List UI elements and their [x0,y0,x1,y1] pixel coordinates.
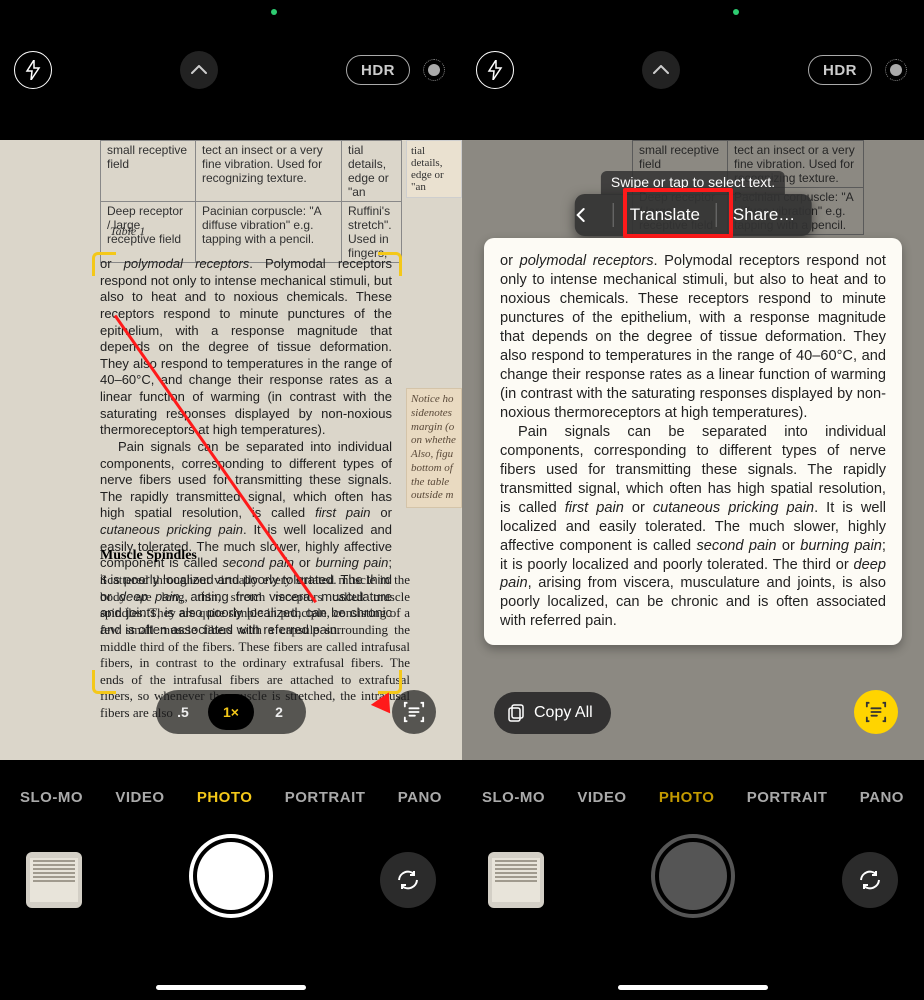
flip-camera-button[interactable] [842,852,898,908]
camera-modes[interactable]: SLO-MO VIDEO PHOTO PORTRAIT PANO [462,780,924,814]
flash-icon [25,60,41,80]
mode-portrait[interactable]: PORTRAIT [747,789,828,806]
copy-all-label: Copy All [534,704,593,722]
flip-camera-icon [857,867,883,893]
scan-corner-tr [378,252,402,276]
page-side-note: Notice ho sidenotes margin (o on whethe … [406,388,462,508]
hdr-button[interactable]: HDR [808,55,872,85]
live-text-button-active[interactable] [854,690,898,734]
chevron-up-icon [191,65,207,75]
camera-topbar: HDR [0,50,462,90]
zoom-1x-selected[interactable]: 1× [208,694,254,730]
mode-video[interactable]: VIDEO [115,789,164,806]
copy-icon [508,704,526,722]
shutter-button[interactable] [189,834,273,918]
flash-button[interactable] [14,51,52,89]
page-side-note-top: tial details, edge or "an [406,140,462,198]
flash-icon [487,60,503,80]
flash-button[interactable] [476,51,514,89]
viewfinder: small receptive fieldtect an insect or a… [462,140,924,760]
live-text-icon [403,701,425,723]
scanned-page[interactable]: small receptive fieldtect an insect or a… [0,140,462,760]
live-text-icon [865,701,887,723]
chevron-up-icon [653,65,669,75]
chevron-left-icon [575,207,587,223]
home-indicator[interactable] [618,985,768,990]
table-caption: Table 1 [110,224,145,239]
copy-all-button[interactable]: Copy All [494,692,611,734]
flip-camera-icon [395,867,421,893]
mode-slomo[interactable]: SLO-MO [482,789,545,806]
scan-corner-br [378,670,402,694]
page-table: small receptive fieldtect an insect or a… [100,140,402,263]
chevron-up-button[interactable] [642,51,680,89]
mode-pano[interactable]: PANO [860,789,904,806]
zoom-control[interactable]: .5 1× 2 [156,690,306,734]
mode-portrait[interactable]: PORTRAIT [285,789,366,806]
filters-off-icon[interactable] [882,56,910,84]
camera-privacy-dot [271,9,277,15]
action-prev[interactable] [575,207,613,223]
hdr-button[interactable]: HDR [346,55,410,85]
filters-off-icon[interactable] [420,56,448,84]
annotation-highlight-translate [623,188,733,238]
bottom-controls [0,820,462,940]
camera-topbar: HDR [462,50,924,90]
camera-privacy-dot [733,9,739,15]
bottom-controls [462,820,924,940]
mode-photo-selected[interactable]: PHOTO [197,789,253,806]
chevron-up-button[interactable] [180,51,218,89]
mode-pano[interactable]: PANO [398,789,442,806]
phone-left: HDR small receptive fieldtect an insect … [0,0,462,1000]
home-indicator[interactable] [156,985,306,990]
recognized-text-card[interactable]: or polymodal receptors. Polymodal recept… [484,238,902,645]
flip-camera-button[interactable] [380,852,436,908]
mode-photo-selected[interactable]: PHOTO [659,789,715,806]
gallery-thumbnail[interactable] [488,852,544,908]
scan-corner-bl [92,670,116,694]
zoom-2x[interactable]: 2 [256,694,302,730]
zoom-0.5x[interactable]: .5 [160,694,206,730]
scan-corner-tl [92,252,116,276]
section-heading: Muscle Spindles [100,548,197,564]
mode-video[interactable]: VIDEO [577,789,626,806]
phone-right: HDR small receptive fieldtect an insect … [462,0,924,1000]
viewfinder: small receptive fieldtect an insect or a… [0,140,462,760]
live-text-button[interactable] [392,690,436,734]
shutter-button-disabled [651,834,735,918]
camera-modes[interactable]: SLO-MO VIDEO PHOTO PORTRAIT PANO [0,780,462,814]
gallery-thumbnail[interactable] [26,852,82,908]
mode-slomo[interactable]: SLO-MO [20,789,83,806]
